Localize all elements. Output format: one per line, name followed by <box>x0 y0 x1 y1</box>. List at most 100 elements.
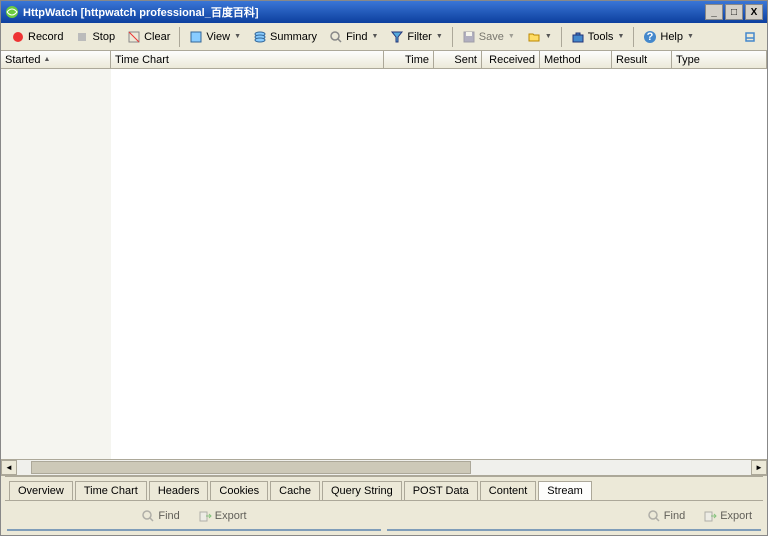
window-title: HttpWatch [httpwatch professional_百度百科] <box>23 4 258 20</box>
label: Summary <box>270 31 317 43</box>
minimize-button[interactable]: _ <box>705 4 723 20</box>
tab-querystring[interactable]: Query String <box>322 481 402 500</box>
label: Headers <box>158 485 200 497</box>
label: Time Chart <box>84 485 138 497</box>
summary-icon <box>253 30 267 44</box>
chevron-down-icon: ▼ <box>234 33 241 40</box>
export-icon <box>198 509 212 523</box>
label: Cookies <box>219 485 259 497</box>
tab-overview[interactable]: Overview <box>9 481 73 500</box>
label: Time <box>405 54 429 66</box>
request-stream-pane <box>7 529 381 531</box>
label: Export <box>720 510 752 522</box>
label: Export <box>215 510 247 522</box>
label: Query String <box>331 485 393 497</box>
stop-icon <box>75 30 89 44</box>
chevron-down-icon: ▼ <box>508 33 515 40</box>
label: Help <box>660 31 683 43</box>
stop-button[interactable]: Stop <box>69 27 121 47</box>
save-button[interactable]: Save ▼ <box>456 27 521 47</box>
help-icon: ? <box>643 30 657 44</box>
clear-button[interactable]: Clear <box>121 27 176 47</box>
horizontal-scrollbar[interactable]: ◄ ► <box>1 459 767 475</box>
chevron-down-icon: ▼ <box>617 33 624 40</box>
tab-postdata[interactable]: POST Data <box>404 481 478 500</box>
scroll-right-icon[interactable]: ► <box>751 460 767 475</box>
search-icon <box>647 509 661 523</box>
save-icon <box>462 30 476 44</box>
col-received[interactable]: Received <box>482 51 540 68</box>
maximize-button[interactable]: □ <box>725 4 743 20</box>
chevron-down-icon: ▼ <box>436 33 443 40</box>
view-icon <box>189 30 203 44</box>
label: Cache <box>279 485 311 497</box>
col-time[interactable]: Time <box>384 51 434 68</box>
record-button[interactable]: Record <box>5 27 69 47</box>
find-button[interactable]: Find▼ <box>323 27 384 47</box>
label: Type <box>676 54 700 66</box>
label: Find <box>664 510 685 522</box>
col-started[interactable]: Started▲ <box>1 51 111 68</box>
label: Overview <box>18 485 64 497</box>
label: Find <box>158 510 179 522</box>
col-type[interactable]: Type <box>672 51 767 68</box>
pane-export-button[interactable]: Export <box>192 506 253 526</box>
request-grid <box>1 69 767 459</box>
pane-export-button-2[interactable]: Export <box>697 506 758 526</box>
label: Time Chart <box>115 54 169 66</box>
close-button[interactable]: X <box>745 4 763 20</box>
filter-icon <box>390 30 404 44</box>
search-icon <box>141 509 155 523</box>
label: Started <box>5 54 40 66</box>
label: Record <box>28 31 63 43</box>
label: Content <box>489 485 528 497</box>
tab-cache[interactable]: Cache <box>270 481 320 500</box>
tools-button[interactable]: Tools▼ <box>565 27 631 47</box>
titlebar: HttpWatch [httpwatch professional_百度百科] … <box>1 1 767 23</box>
record-icon <box>11 30 25 44</box>
view-button[interactable]: View ▼ <box>183 27 247 47</box>
chevron-down-icon: ▼ <box>545 33 552 40</box>
col-method[interactable]: Method <box>540 51 612 68</box>
folder-icon <box>527 30 541 44</box>
chevron-down-icon: ▼ <box>371 33 378 40</box>
search-icon <box>329 30 343 44</box>
label: Stream <box>547 485 582 497</box>
label: Save <box>479 31 504 43</box>
label: Stop <box>92 31 115 43</box>
scroll-thumb[interactable] <box>31 461 471 474</box>
label: Tools <box>588 31 614 43</box>
tab-stream[interactable]: Stream <box>538 481 591 500</box>
label: Filter <box>407 31 431 43</box>
toolbar: Record Stop Clear View ▼ Summary Find▼ Fi… <box>1 23 767 51</box>
summary-button[interactable]: Summary <box>247 27 323 47</box>
tab-cookies[interactable]: Cookies <box>210 481 268 500</box>
svg-text:?: ? <box>647 31 654 43</box>
label: POST Data <box>413 485 469 497</box>
tab-timechart[interactable]: Time Chart <box>75 481 147 500</box>
label: Clear <box>144 31 170 43</box>
sort-asc-icon: ▲ <box>43 56 50 63</box>
detail-tabs: Overview Time Chart Headers Cookies Cach… <box>5 476 763 500</box>
response-stream-pane <box>387 529 761 531</box>
pane-find-button[interactable]: Find <box>135 506 185 526</box>
col-timechart[interactable]: Time Chart <box>111 51 384 68</box>
scroll-left-icon[interactable]: ◄ <box>1 460 17 475</box>
open-button[interactable]: ▼ <box>521 27 558 47</box>
help-button[interactable]: ? Help ▼ <box>637 27 700 47</box>
col-result[interactable]: Result <box>612 51 672 68</box>
collapse-button[interactable] <box>737 27 763 47</box>
pane-find-button-2[interactable]: Find <box>641 506 691 526</box>
column-headers: Started▲ Time Chart Time Sent Received M… <box>1 51 767 69</box>
tab-headers[interactable]: Headers <box>149 481 209 500</box>
filter-button[interactable]: Filter ▼ <box>384 27 448 47</box>
label: Received <box>489 54 535 66</box>
tab-content[interactable]: Content <box>480 481 537 500</box>
label: View <box>206 31 230 43</box>
label: Result <box>616 54 647 66</box>
clear-icon <box>127 30 141 44</box>
chevron-down-icon: ▼ <box>687 33 694 40</box>
col-sent[interactable]: Sent <box>434 51 482 68</box>
export-icon <box>703 509 717 523</box>
panel-icon <box>743 30 757 44</box>
